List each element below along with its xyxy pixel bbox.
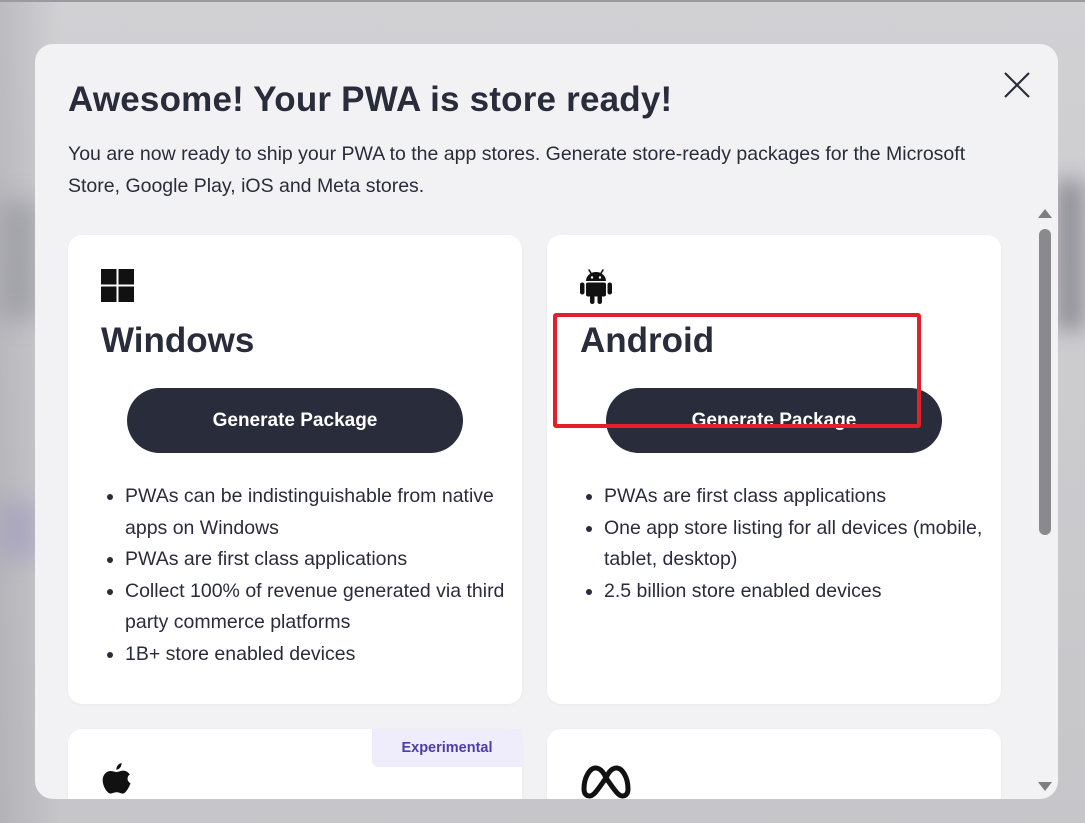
apple-logo-icon [101,763,132,799]
list-item: PWAs are first class applications [604,481,1004,513]
experimental-badge: Experimental [372,729,522,767]
scrollbar-thumb[interactable] [1039,229,1051,535]
list-item: Collect 100% of revenue generated via th… [125,576,525,639]
windows-logo-icon [101,269,134,307]
list-item: One app store listing for all devices (m… [604,513,1004,576]
ios-card: Experimental [68,729,522,799]
android-feature-list: PWAs are first class applications One ap… [580,481,1004,607]
close-icon[interactable] [1002,70,1032,100]
list-item: PWAs can be indistinguishable from nativ… [125,481,525,544]
modal-title: Awesome! Your PWA is store ready! [68,80,673,119]
windows-card: Windows Generate Package PWAs can be ind… [68,235,522,704]
android-generate-package-button[interactable]: Generate Package [606,388,942,453]
android-logo-icon [580,269,612,310]
scroll-down-arrow-icon[interactable] [1038,782,1052,791]
modal-subtitle: You are now ready to ship your PWA to th… [68,143,966,197]
windows-title: Windows [101,321,255,360]
android-title: Android [580,321,715,360]
meta-logo-icon [580,763,632,799]
meta-card [547,729,1001,799]
windows-feature-list: PWAs can be indistinguishable from nativ… [101,481,525,670]
list-item: PWAs are first class applications [125,544,525,576]
modal-scrollbar[interactable] [1035,206,1053,799]
scroll-up-arrow-icon[interactable] [1038,209,1052,218]
android-card: Android Generate Package PWAs are first … [547,235,1001,704]
publish-modal: Awesome! Your PWA is store ready! You ar… [35,44,1058,799]
list-item: 1B+ store enabled devices [125,639,525,671]
top-divider [0,0,1085,2]
list-item: 2.5 billion store enabled devices [604,576,1004,608]
windows-generate-package-button[interactable]: Generate Package [127,388,463,453]
